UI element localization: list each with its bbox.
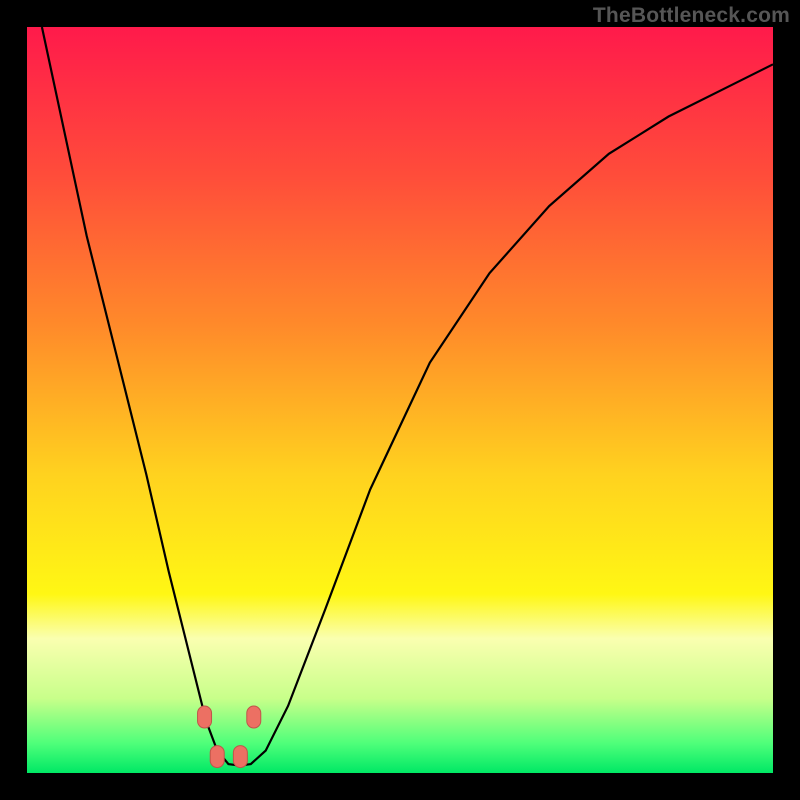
marker bbox=[210, 746, 224, 768]
marker bbox=[247, 706, 261, 728]
plot-area bbox=[27, 27, 773, 773]
watermark-text: TheBottleneck.com bbox=[593, 4, 790, 28]
chart-frame: TheBottleneck.com bbox=[0, 0, 800, 800]
marker bbox=[198, 706, 212, 728]
marker bbox=[233, 746, 247, 768]
gradient-background bbox=[27, 27, 773, 773]
plot-svg bbox=[27, 27, 773, 773]
